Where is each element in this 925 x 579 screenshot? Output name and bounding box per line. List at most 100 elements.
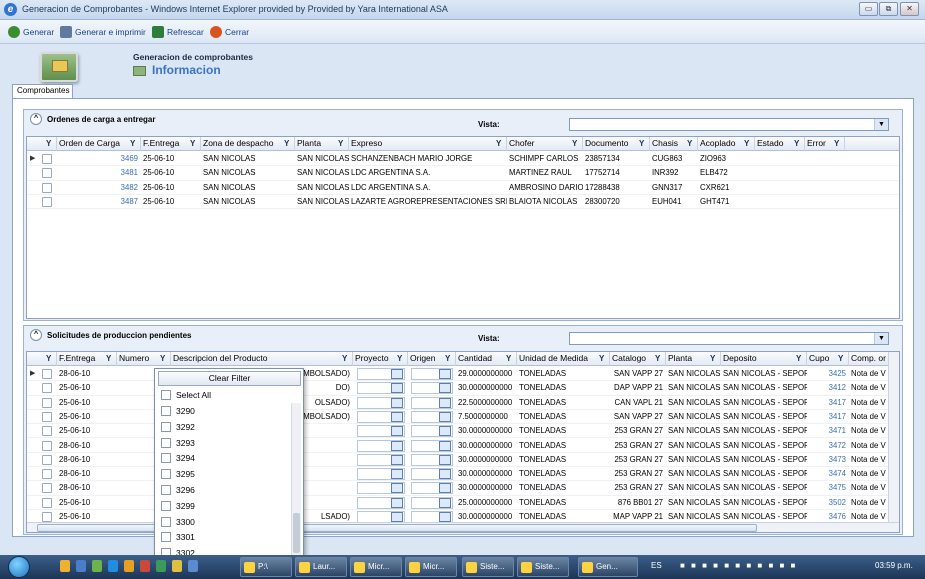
collapse-orders-icon[interactable]: ^ — [30, 113, 42, 125]
col-planta[interactable]: Planta Y — [295, 137, 349, 151]
taskbar-task[interactable]: Siste... — [462, 557, 514, 577]
col-numero[interactable]: Numero Y — [117, 352, 171, 366]
col-deposito[interactable]: Deposito Y — [721, 352, 807, 366]
col-cantidad[interactable]: Cantidad Y — [456, 352, 517, 366]
lookup-icon[interactable] — [391, 454, 403, 465]
filter-icon[interactable]: Y — [639, 139, 647, 148]
filter-scrollbar[interactable] — [291, 403, 301, 555]
filter-icon[interactable]: Y — [160, 354, 168, 363]
filter-icon[interactable]: Y — [445, 354, 453, 363]
row-checkbox[interactable] — [42, 154, 52, 164]
tray-icons[interactable]: ■ ■ ■ ■ ■ ■ ■ ■ ■ ■ ■ — [680, 561, 797, 570]
quicklaunch-icon[interactable] — [140, 560, 150, 572]
filter-icon[interactable]: Y — [284, 139, 292, 148]
clear-filter-button[interactable]: Clear Filter — [158, 371, 301, 386]
cerrar-button[interactable]: Cerrar — [210, 25, 249, 39]
requests-vertical-scrollbar[interactable] — [888, 352, 899, 522]
taskbar-task[interactable]: Micr... — [350, 557, 402, 577]
row-checkbox[interactable] — [42, 383, 52, 394]
row-checkbox[interactable] — [42, 497, 52, 508]
col-zona-de-despacho[interactable]: Zona de despacho Y — [201, 137, 295, 151]
row-checkbox[interactable] — [42, 168, 52, 179]
lookup-icon[interactable] — [439, 497, 451, 508]
quicklaunch-icon[interactable] — [60, 560, 70, 572]
lookup-icon[interactable] — [439, 483, 451, 494]
taskbar-task[interactable]: Micr... — [405, 557, 457, 577]
filter-icon[interactable]: Y — [506, 354, 514, 363]
row-checkbox[interactable] — [42, 411, 52, 422]
collapse-requests-icon[interactable]: ^ — [30, 329, 42, 341]
checkbox[interactable] — [161, 390, 171, 400]
filter-option[interactable]: 3296 — [161, 483, 195, 497]
col-orden-de-carga[interactable]: Orden de Carga Y — [57, 137, 141, 151]
taskbar-task[interactable]: P:\ — [240, 557, 292, 577]
lookup-icon[interactable] — [391, 426, 403, 437]
table-row[interactable]: ▶ 3469 25-06-10 SAN NICOLAS SAN NICOLAS SCHAN… — [27, 152, 899, 167]
col-estado[interactable]: Estado Y — [755, 137, 805, 151]
filter-icon[interactable]: Y — [338, 139, 346, 148]
filter-icon[interactable]: Y — [838, 354, 846, 363]
table-row[interactable]: 3487 25-06-10 SAN NICOLAS SAN NICOLAS LAZART… — [27, 195, 899, 210]
col-planta[interactable]: Planta Y — [666, 352, 721, 366]
filter-icon[interactable]: Y — [834, 139, 842, 148]
filter-icon[interactable]: Y — [655, 354, 663, 363]
maximize-button[interactable]: ⧉ — [879, 2, 898, 16]
filter-option[interactable]: 3300 — [161, 515, 195, 529]
row-checkbox[interactable] — [42, 196, 52, 207]
row-checkbox[interactable] — [42, 512, 52, 522]
col-chofer[interactable]: Chofer Y — [507, 137, 583, 151]
filter-icon[interactable]: Y — [794, 139, 802, 148]
taskbar-task[interactable]: Siste... — [517, 557, 569, 577]
quicklaunch-icon[interactable] — [188, 560, 198, 572]
filter-icon[interactable]: Y — [744, 139, 752, 148]
generar-imprimir-button[interactable]: Generar e imprimir — [60, 25, 146, 39]
start-button[interactable] — [8, 556, 30, 578]
checkbox[interactable] — [161, 516, 171, 527]
col-proyecto[interactable]: Proyecto Y — [353, 352, 408, 366]
language-indicator[interactable]: ES — [651, 561, 662, 570]
lookup-icon[interactable] — [439, 512, 451, 522]
col-origen[interactable]: Origen Y — [408, 352, 456, 366]
lookup-icon[interactable] — [439, 469, 451, 480]
filter-scroll-thumb[interactable] — [293, 513, 300, 553]
checkbox[interactable] — [161, 453, 171, 464]
filter-icon[interactable]: Y — [687, 139, 695, 148]
filter-icon[interactable]: Y — [796, 354, 804, 363]
col-descripcion[interactable]: Descripcion del Producto Y — [171, 352, 353, 366]
filter-option[interactable]: 3299 — [161, 499, 195, 513]
filter-option[interactable]: 3294 — [161, 451, 195, 465]
tab-comprobantes[interactable]: Comprobantes — [12, 84, 73, 98]
col-acoplado[interactable]: Acoplado Y — [698, 137, 755, 151]
lookup-icon[interactable] — [439, 397, 451, 408]
quicklaunch-icon[interactable] — [124, 560, 134, 572]
filter-icon[interactable]: Y — [46, 354, 54, 363]
col-chasis[interactable]: Chasis Y — [650, 137, 698, 151]
row-checkbox[interactable] — [42, 483, 52, 494]
row-checkbox[interactable] — [42, 182, 52, 193]
horizontal-scroll-thumb[interactable] — [37, 524, 757, 532]
row-checkbox[interactable] — [42, 454, 52, 465]
col-cupo[interactable]: Cupo Y — [807, 352, 849, 366]
lookup-icon[interactable] — [439, 383, 451, 394]
checkbox[interactable] — [161, 485, 171, 495]
row-checkbox[interactable] — [42, 369, 52, 379]
lookup-icon[interactable] — [391, 440, 403, 451]
filter-option[interactable]: 3293 — [161, 436, 195, 450]
quicklaunch-icon[interactable] — [108, 560, 118, 572]
col-catalogo[interactable]: Catalogo Y — [610, 352, 666, 366]
filter-option[interactable]: 3292 — [161, 420, 195, 434]
close-window-button[interactable]: ✕ — [900, 2, 919, 16]
checkbox[interactable] — [161, 406, 171, 416]
row-checkbox[interactable] — [42, 469, 52, 480]
lookup-icon[interactable] — [391, 383, 403, 394]
filter-option[interactable]: 3295 — [161, 467, 195, 481]
quicklaunch-icon[interactable] — [156, 560, 166, 572]
orders-vista-select[interactable]: ▼ — [569, 118, 889, 131]
minimize-button[interactable]: ▭ — [859, 2, 878, 16]
generar-button[interactable]: Generar — [8, 25, 54, 39]
quicklaunch-icon[interactable] — [92, 560, 102, 572]
filter-icon[interactable]: Y — [599, 354, 607, 363]
table-row[interactable]: 3481 25-06-10 SAN NICOLAS SAN NICOLAS LDC AR… — [27, 166, 899, 181]
col-f-entrega[interactable]: F.Entrega Y — [141, 137, 201, 151]
lookup-icon[interactable] — [391, 497, 403, 508]
